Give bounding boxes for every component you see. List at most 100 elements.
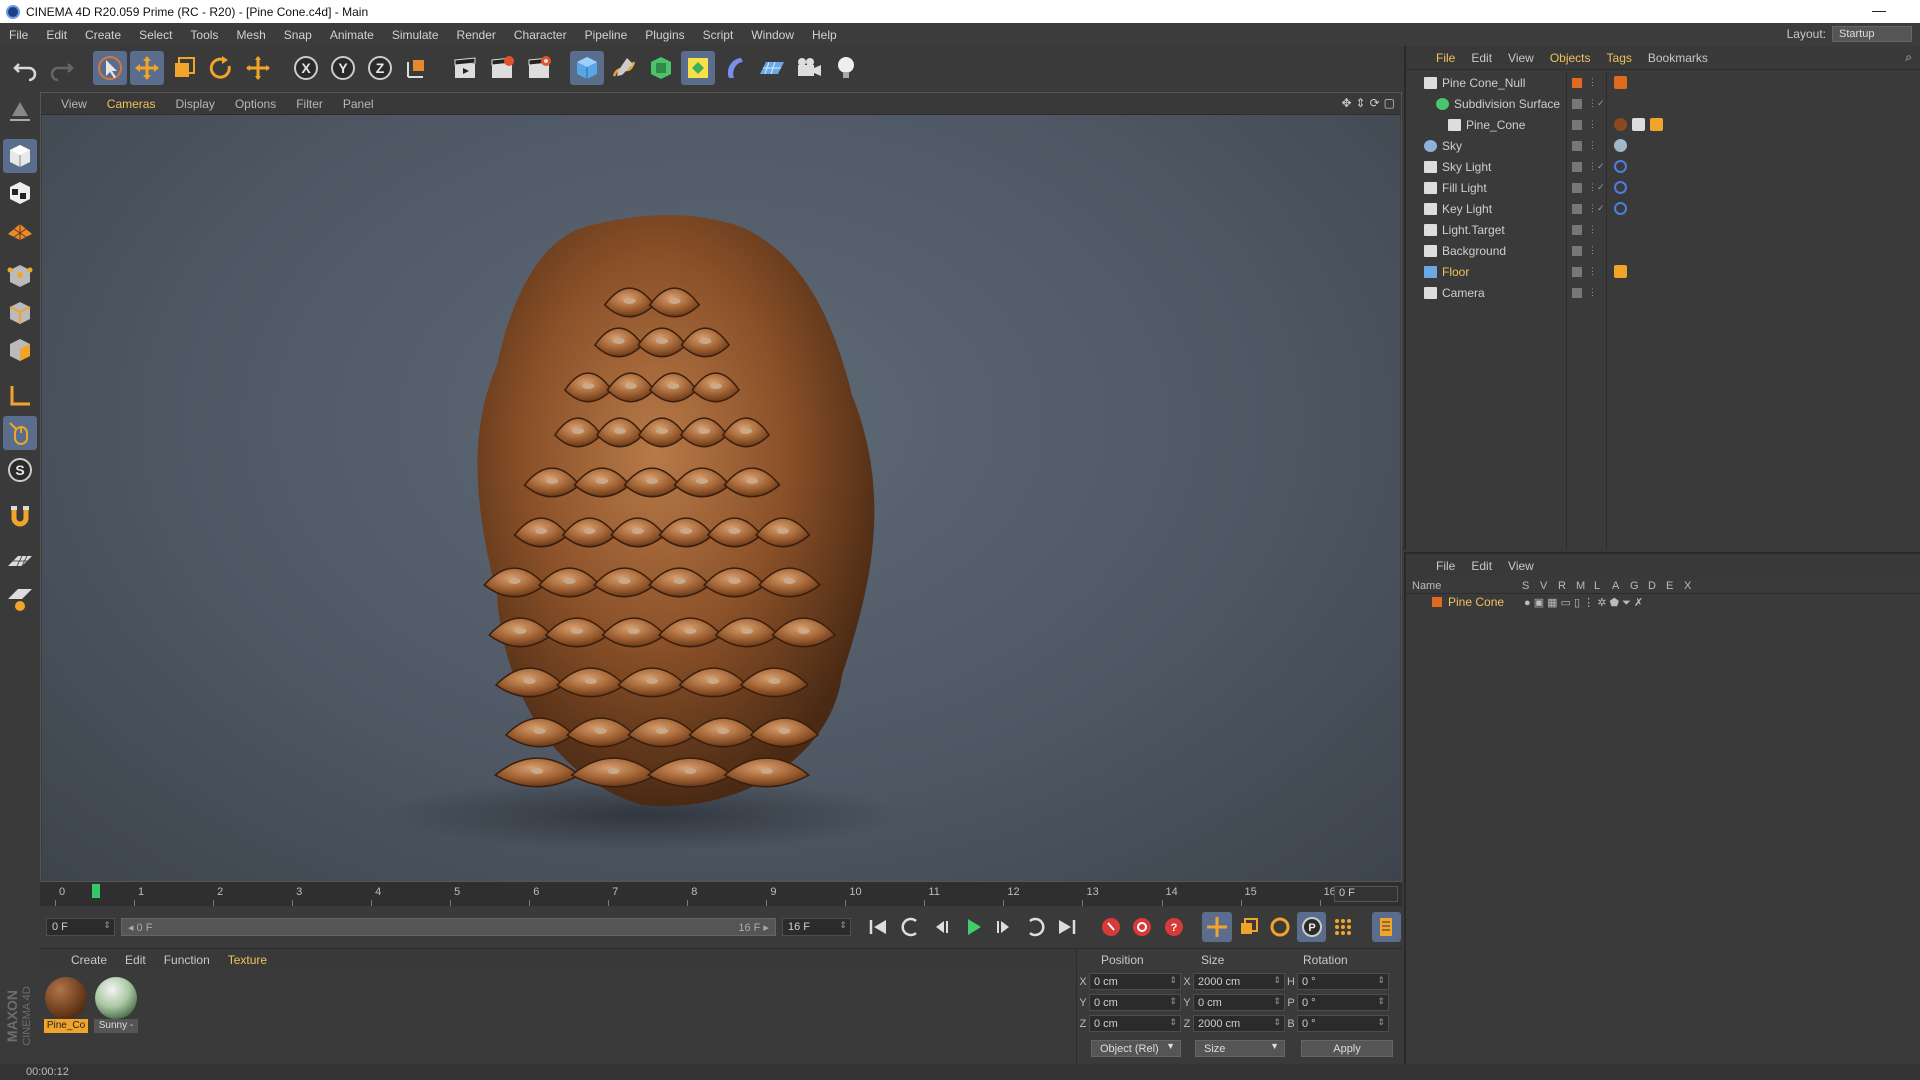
visibility-toggle[interactable]: ⋮ [1588,77,1597,88]
object-menu-edit[interactable]: Edit [1463,51,1500,65]
object-row[interactable]: Subdivision Surface ⋮✓ [1406,93,1920,114]
layer-swatch[interactable] [1572,266,1582,277]
material-tag-icon[interactable] [1614,118,1627,131]
make-editable-button[interactable] [3,93,37,127]
size-y-field[interactable]: 0 cm ⇕ [1193,994,1285,1011]
layer-swatch[interactable] [1572,98,1582,109]
layer-menu-file[interactable]: File [1428,559,1463,573]
layer-row[interactable]: Pine Cone ● ▣ ▦ ▭ ▯ ⋮ ✲ ⬟ ⏷ ✗ [1406,594,1920,610]
object-menu-tags[interactable]: Tags [1599,51,1640,65]
polygons-mode-button[interactable] [3,333,37,367]
menu-tools[interactable]: Tools [181,28,227,42]
layer-swatch[interactable] [1572,182,1582,193]
layout-dropdown[interactable]: Startup [1832,26,1912,42]
visibility-toggle[interactable]: ⋮✓ [1588,161,1605,172]
target-tag-icon[interactable] [1614,181,1627,194]
move-view-icon[interactable]: ✥ [1341,96,1351,110]
viewport-menu-options[interactable]: Options [225,97,286,111]
size-mode-dropdown[interactable]: Size ▼ [1195,1040,1285,1057]
points-mode-button[interactable] [3,259,37,293]
next-frame-button[interactable] [990,912,1020,942]
menu-window[interactable]: Window [742,28,803,42]
timeline-ruler[interactable]: 0 1 2 3 4 5 6 7 8 9 10 11 12 13 14 15 16 0 F [40,882,1402,906]
menu-mesh[interactable]: Mesh [227,28,274,42]
visibility-toggle[interactable]: ⋮ [1588,266,1597,277]
array-generator-button[interactable] [681,51,715,85]
object-row[interactable]: Sky Light ⋮✓ [1406,156,1920,177]
menu-simulate[interactable]: Simulate [383,28,448,42]
rotate-view-icon[interactable]: ⟳ [1370,96,1380,110]
search-icon[interactable]: ⌕ [1905,50,1912,65]
object-row[interactable]: Key Light ⋮✓ [1406,198,1920,219]
workplane-mode-button[interactable] [3,213,37,247]
visibility-toggle[interactable]: ⋮ [1588,140,1597,151]
material-pine-cone[interactable]: Pine_Co [44,977,88,1033]
coordinate-system-button[interactable] [400,51,434,85]
key-scale-button[interactable] [1234,912,1264,942]
light-object-button[interactable] [829,51,863,85]
rotate-tool-button[interactable] [204,51,238,85]
material-menu-create[interactable]: Create [62,953,116,967]
object-row[interactable]: Fill Light ⋮✓ [1406,177,1920,198]
position-y-field[interactable]: 0 cm ⇕ [1089,994,1181,1011]
keyframe-selection-button[interactable]: ? [1159,912,1189,942]
frame-range-slider[interactable]: ◂ 0 F 16 F ▸ [120,918,776,936]
render-settings-button[interactable] [522,51,556,85]
next-key-button[interactable] [1021,912,1051,942]
render-picture-viewer-button[interactable] [485,51,519,85]
object-menu-bookmarks[interactable]: Bookmarks [1640,51,1716,65]
visibility-toggle[interactable]: ⋮ [1588,119,1597,130]
deformer-button[interactable] [718,51,752,85]
layer-menu-view[interactable]: View [1500,559,1542,573]
size-x-field[interactable]: 2000 cm ⇕ [1193,973,1285,990]
menu-create[interactable]: Create [76,28,130,42]
prev-key-button[interactable] [895,912,925,942]
compositing-tag-icon[interactable] [1614,265,1627,278]
material-menu-function[interactable]: Function [155,953,219,967]
layer-swatch[interactable] [1572,119,1582,130]
record-button[interactable] [1096,912,1126,942]
locked-workplane-button[interactable] [3,582,37,616]
menu-render[interactable]: Render [448,28,505,42]
floor-object-button[interactable] [755,51,789,85]
end-frame-field[interactable]: 16 F ⇕ [781,918,851,936]
rotation-h-field[interactable]: 0 ° ⇕ [1297,973,1389,990]
layer-swatch[interactable] [1572,287,1582,298]
viewport-menu-view[interactable]: View [51,97,97,111]
apply-button[interactable]: Apply [1301,1040,1393,1057]
workplane-grid-button[interactable] [3,545,37,579]
goto-start-button[interactable] [864,912,894,942]
timeline-window-button[interactable] [1371,912,1402,942]
play-button[interactable] [958,912,988,942]
target-tag-icon[interactable] [1614,160,1627,173]
visibility-toggle[interactable]: ⋮✓ [1588,98,1605,109]
live-selection-button[interactable] [93,51,127,85]
minimize-button[interactable]: — [1872,2,1886,18]
tweak-mode-button[interactable] [3,416,37,450]
menu-animate[interactable]: Animate [321,28,383,42]
viewport-menu-filter[interactable]: Filter [286,97,333,111]
menu-plugins[interactable]: Plugins [636,28,693,42]
layer-swatch[interactable] [1572,77,1582,88]
redo-button[interactable] [45,51,79,85]
object-menu-file[interactable]: File [1428,51,1463,65]
playhead-marker[interactable] [92,884,100,898]
camera-object-button[interactable] [792,51,826,85]
menu-snap[interactable]: Snap [275,28,321,42]
visibility-toggle[interactable]: ⋮✓ [1588,203,1605,214]
visibility-toggle[interactable]: ⋮ [1588,224,1597,235]
layer-color-swatch[interactable] [1432,597,1442,607]
rotation-b-field[interactable]: 0 ° ⇕ [1297,1015,1389,1032]
render-view-button[interactable] [448,51,482,85]
prev-frame-button[interactable] [927,912,957,942]
model-mode-button[interactable] [3,139,37,173]
snapping-button[interactable]: S [3,453,37,487]
visibility-toggle[interactable]: ⋮ [1588,245,1597,256]
menu-file[interactable]: File [0,28,37,42]
layer-swatch[interactable] [1572,203,1582,214]
viewport-menu-cameras[interactable]: Cameras [97,97,166,111]
last-tool-button[interactable] [241,51,275,85]
maximize-view-icon[interactable]: ▢ [1384,96,1395,110]
key-rotation-button[interactable] [1265,912,1295,942]
texture-mode-button[interactable] [3,176,37,210]
